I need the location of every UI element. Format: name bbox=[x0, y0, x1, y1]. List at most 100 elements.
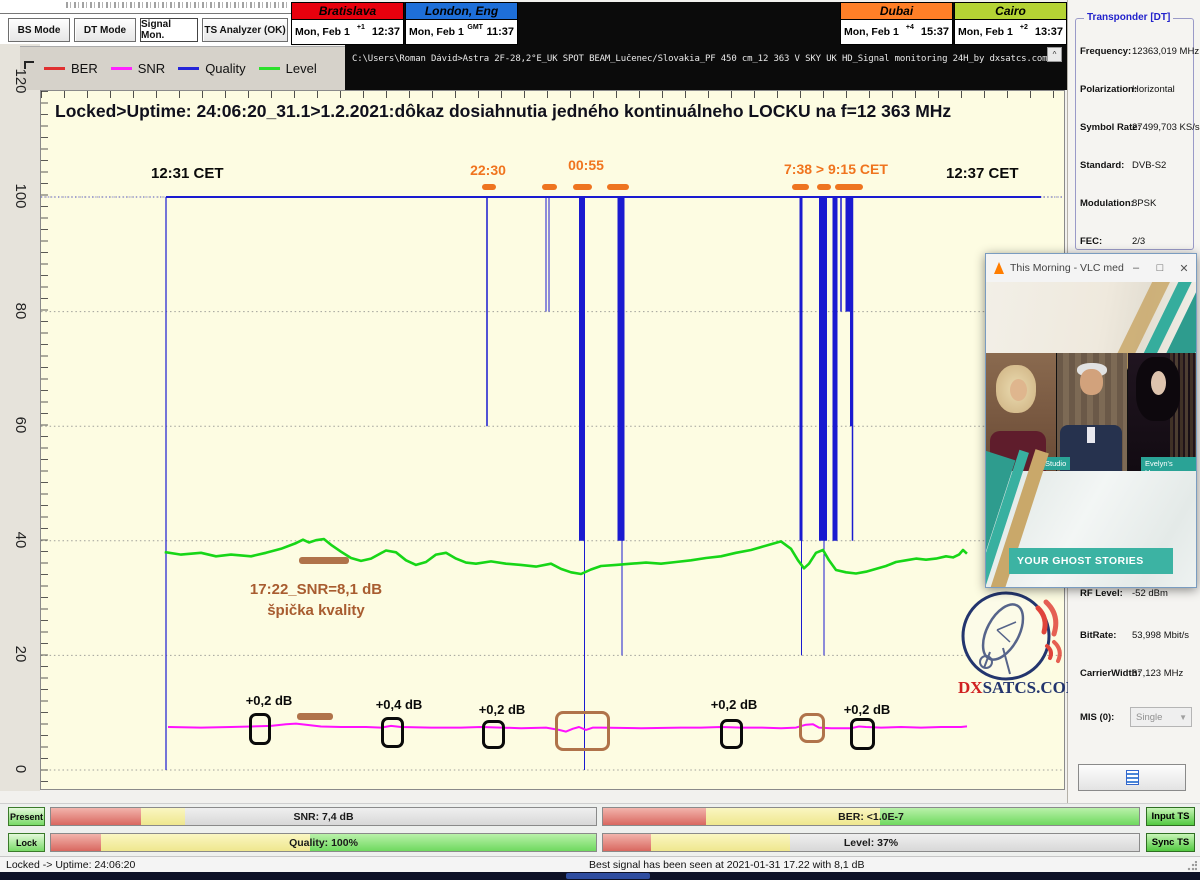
field-value: 2/3 bbox=[1132, 236, 1145, 247]
clock-city: Dubai bbox=[841, 3, 952, 20]
field-value: DVB-S2 bbox=[1132, 160, 1166, 171]
y-axis-label-40: 40 bbox=[0, 527, 44, 553]
outage-mark bbox=[607, 184, 629, 190]
mis-dropdown[interactable]: Single ▼ bbox=[1130, 707, 1192, 727]
outage-mark bbox=[542, 184, 557, 190]
tab-dt-mode[interactable]: DT Mode bbox=[74, 18, 136, 42]
legend-color-dash bbox=[111, 67, 132, 70]
field-value: 37,123 MHz bbox=[1132, 668, 1183, 679]
video-studio-backdrop bbox=[986, 282, 1196, 353]
taskbar-strip bbox=[0, 872, 1200, 880]
close-button[interactable]: ✕ bbox=[1172, 262, 1196, 275]
minimize-button[interactable]: – bbox=[1124, 262, 1148, 274]
highlight-box-black bbox=[720, 719, 743, 749]
legend-label: BER bbox=[71, 61, 98, 76]
meter-ber: BER: <1.0E-7 bbox=[602, 807, 1140, 826]
input-ts-button[interactable]: Input TS bbox=[1146, 807, 1195, 826]
clock-dubai: DubaiMon, Feb 1+415:37 bbox=[840, 2, 953, 45]
y-axis-label-60: 60 bbox=[0, 412, 44, 438]
resize-grip[interactable] bbox=[1187, 861, 1197, 871]
meter-text: Level: 37% bbox=[603, 834, 1139, 851]
y-axis-label-120: 120 bbox=[0, 68, 44, 94]
taskbar-item[interactable] bbox=[566, 873, 650, 879]
transponder-group-title: Transponder [DT] bbox=[1084, 12, 1173, 23]
world-clocks-right: DubaiMon, Feb 1+415:37CairoMon, Feb 1+21… bbox=[840, 2, 1068, 45]
mis-label: MIS (0): bbox=[1080, 712, 1114, 723]
clock-utc-offset: GMT bbox=[464, 24, 487, 31]
svg-text:DXSATCS.COM: DXSATCS.COM bbox=[958, 678, 1068, 697]
window-title-strip bbox=[0, 0, 292, 14]
console-path-text: C:\Users\Roman Dávid>Astra 2F-28,2°E_UK … bbox=[352, 54, 1052, 64]
time-label: 22:30 bbox=[470, 162, 506, 178]
top-tick-marks bbox=[41, 91, 1065, 98]
maximize-button[interactable]: □ bbox=[1148, 262, 1172, 274]
highlight-box-black bbox=[482, 720, 505, 749]
vlc-video-area[interactable]: Studio Evelyn's House YOUR GHOST STORIES bbox=[986, 282, 1196, 587]
clock-cairo: CairoMon, Feb 1+213:37 bbox=[954, 2, 1067, 45]
field-value: -52 dBm bbox=[1132, 588, 1168, 599]
legend-color-dash bbox=[44, 67, 65, 70]
clock-city: Bratislava bbox=[292, 3, 403, 20]
tab-bs-mode[interactable]: BS Mode bbox=[8, 18, 70, 42]
dxsatcs-logo: DXSATCS.COM bbox=[950, 590, 1068, 700]
time-label: 7:38 > 9:15 CET bbox=[784, 161, 888, 177]
outage-mark bbox=[573, 184, 592, 190]
video-lower-third-backdrop: YOUR GHOST STORIES bbox=[986, 471, 1196, 587]
legend-label: Quality bbox=[205, 61, 245, 76]
highlight-dash-brown bbox=[297, 713, 333, 720]
time-label: 12:37 CET bbox=[946, 165, 1019, 182]
clock-time: 13:37 bbox=[1035, 26, 1063, 38]
field-value: Horizontal bbox=[1132, 84, 1175, 95]
meter-text: BER: <1.0E-7 bbox=[603, 808, 1139, 825]
clock-utc-offset: +4 bbox=[899, 24, 921, 31]
ghost-stories-banner: YOUR GHOST STORIES bbox=[1009, 548, 1173, 574]
tab-signal-mon-[interactable]: Signal Mon. bbox=[140, 18, 198, 42]
signal-chart: Locked>Uptime: 24:06:20_31.1>1.2.2021:dô… bbox=[40, 90, 1065, 790]
vlc-titlebar[interactable]: This Morning - VLC media ... – □ ✕ bbox=[986, 254, 1196, 282]
signal-meters: PresentSNR: 7,4 dBBER: <1.0E-7Input TSLo… bbox=[0, 803, 1200, 856]
legend-item-level: Level bbox=[259, 61, 317, 76]
clock-date: Mon, Feb 1 bbox=[295, 26, 350, 38]
clock-utc-offset: +2 bbox=[1013, 24, 1035, 31]
legend-label: SNR bbox=[138, 61, 165, 76]
y-axis-label-20: 20 bbox=[0, 641, 44, 667]
clock-city: London, Eng bbox=[406, 3, 517, 20]
snr-delta-label: +0,2 dB bbox=[844, 702, 891, 717]
clock-bratislava: Bratislava Mon, Feb 1+112:37 bbox=[291, 2, 404, 45]
vlc-cone-icon bbox=[994, 262, 1004, 274]
clock-utc-offset: +1 bbox=[350, 24, 372, 31]
lock-indicator-button[interactable]: Lock bbox=[8, 833, 45, 852]
status-uptime: Locked -> Uptime: 24:06:20 bbox=[6, 859, 135, 871]
video-panel-guest bbox=[1128, 353, 1196, 471]
outage-mark bbox=[792, 184, 809, 190]
field-value: 53,998 Mbit/s bbox=[1132, 630, 1189, 641]
meter-text: Quality: 100% bbox=[51, 834, 596, 851]
mis-value: Single bbox=[1136, 712, 1162, 723]
logo-rest: SATCS.COM bbox=[983, 678, 1068, 697]
highlight-box-brown bbox=[799, 713, 825, 743]
snr-delta-label: +0,2 dB bbox=[479, 702, 526, 717]
clock-city: Cairo bbox=[955, 3, 1066, 20]
transport-list-button[interactable] bbox=[1078, 764, 1186, 791]
present-indicator-button[interactable]: Present bbox=[8, 807, 45, 826]
tab-ts-analyzer-ok-[interactable]: TS Analyzer (OK) bbox=[202, 18, 288, 42]
highlight-box-black bbox=[249, 713, 271, 745]
logo-dx: DX bbox=[958, 678, 983, 697]
chevron-down-icon: ▼ bbox=[1179, 713, 1187, 722]
legend-label: Level bbox=[286, 61, 317, 76]
snr-peak-annotation: 17:22_SNR=8,1 dBšpička kvality bbox=[250, 579, 382, 621]
highlight-dash-brown bbox=[299, 557, 349, 564]
field-label: Modulation: bbox=[1080, 198, 1134, 209]
legend-item-ber: BER bbox=[44, 61, 98, 76]
clock-time: 11:37 bbox=[486, 26, 514, 38]
snr-delta-label: +0,4 dB bbox=[376, 697, 423, 712]
clock-time: 12:37 bbox=[372, 26, 400, 38]
outage-mark bbox=[835, 184, 863, 190]
status-bar: Locked -> Uptime: 24:06:20 Best signal h… bbox=[0, 856, 1200, 872]
highlight-box-brown bbox=[555, 711, 610, 751]
world-clocks-left: Bratislava Mon, Feb 1+112:37London, Eng Mo… bbox=[291, 2, 519, 45]
chart-title: Locked>Uptime: 24:06:20_31.1>1.2.2021:dô… bbox=[55, 101, 1055, 122]
clock-date: Mon, Feb 1 bbox=[844, 26, 899, 38]
console-scroll-up-button[interactable]: ^ bbox=[1047, 47, 1062, 62]
sync-ts-button[interactable]: Sync TS bbox=[1146, 833, 1195, 852]
